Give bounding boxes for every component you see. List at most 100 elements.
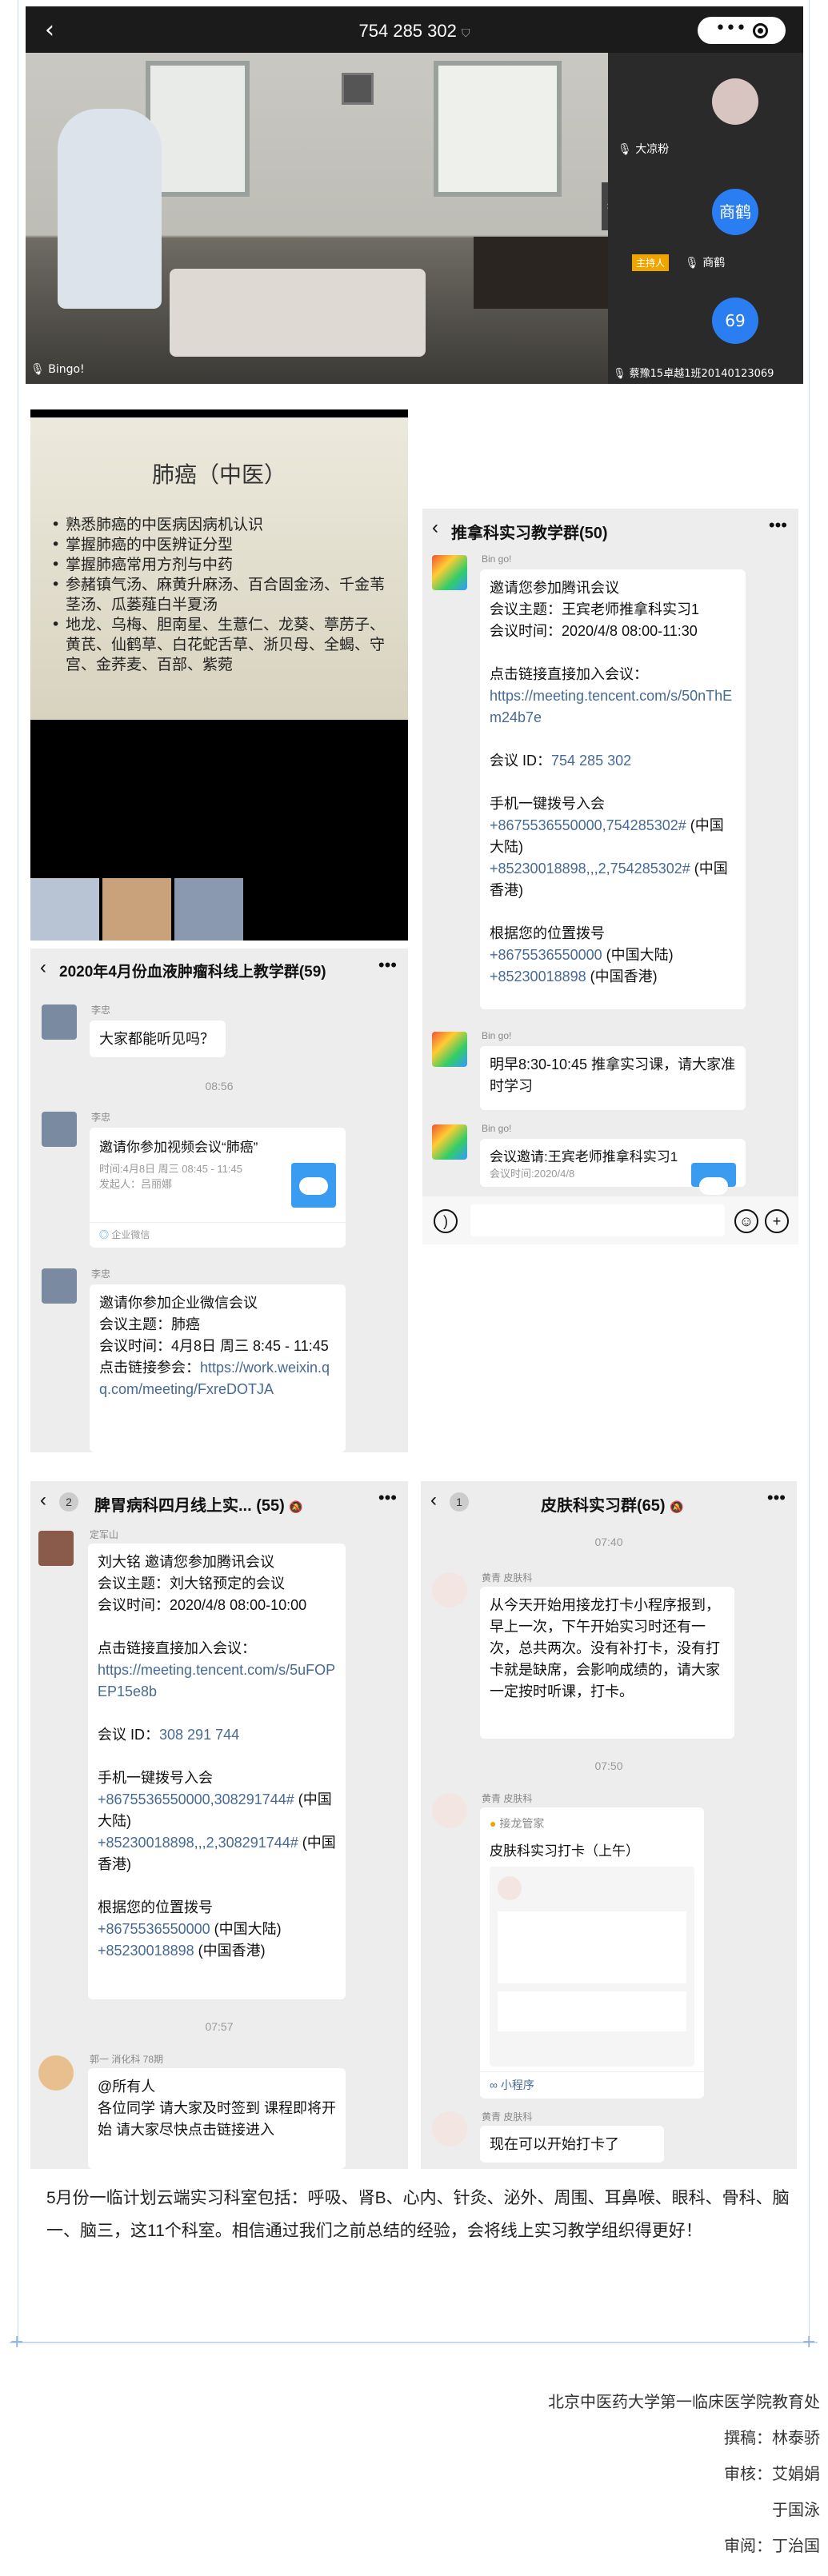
cloud-icon [291, 1163, 336, 1208]
capsule-menu[interactable]: ••• [698, 17, 786, 44]
timestamp: 07:57 [205, 2020, 234, 2033]
back-icon[interactable]: ‹ [40, 957, 46, 979]
slide-title: 肺癌（中医） [151, 461, 286, 488]
message-line: 会议主题：肺癌 [99, 1316, 200, 1332]
message-line: 会议主题：王宾老师推拿科实习1 [490, 601, 700, 617]
close-target-icon[interactable] [753, 23, 768, 38]
avatar[interactable] [432, 2111, 467, 2147]
avatar[interactable] [432, 1572, 467, 1608]
participant-name: 🎙 大凉粉 [618, 143, 670, 156]
avatar[interactable] [38, 1531, 74, 1566]
participant-name: 🎙 商鹤 [685, 257, 726, 270]
slide-screenshot: 肺癌（中医） 熟悉肺癌的中医病因病机认识 掌握肺癌的中医辨证分型 掌握肺癌常用方… [30, 409, 408, 941]
avatar[interactable]: 商鹤 [712, 189, 758, 235]
footer-reviewer: 于国泳 [772, 2502, 820, 2519]
chat-title: 推拿科实习教学群(50) [451, 525, 608, 542]
avatar[interactable] [42, 1004, 77, 1040]
meeting-link[interactable]: https://meeting.tencent.com/s/5uFOPEP15e… [98, 1659, 336, 1703]
chat-header: ‹ 2 脾胃病科四月线上实... (55) 🔕 ••• [30, 1481, 408, 1521]
message-line: 会议时间：2020/4/8 08:00-10:00 [98, 1597, 307, 1613]
sender-name: Bin go! [482, 1030, 512, 1041]
message-bubble[interactable]: @所有人 各位同学 请大家及时签到 课程即将开始 请大家尽快点击链接进入 [88, 2068, 346, 2169]
more-icon[interactable]: ••• [715, 18, 746, 38]
message-bubble[interactable]: 大家都能听见吗？ [90, 1020, 226, 1057]
message-line: 点击链接直接加入会议： [490, 666, 648, 682]
meeting-link[interactable]: https://meeting.tencent.com/s/50nThEm24b… [490, 685, 736, 729]
wecom-icon: ◎ [99, 1229, 110, 1240]
shield-icon: ⛉ [461, 26, 470, 39]
chat-dermatology: ‹ 1 皮肤科实习群(65) 🔕 ••• 07:40 黄青 皮肤科 从今天开始用… [421, 1481, 797, 2169]
meeting-app-icon [691, 1163, 736, 1195]
avatar[interactable] [42, 1112, 77, 1147]
bed-image [474, 237, 608, 309]
article-page: + + ‹ 754 285 302 ⛉ ••• › 🎙 大凉粉 商鹤 主持人 🎙… [0, 0, 828, 2576]
message-bubble[interactable]: 刘大铭 邀请您参加腾讯会议 会议主题：刘大铭预定的会议 会议时间：2020/4/… [88, 1544, 346, 1999]
avatar[interactable] [432, 1124, 467, 1160]
message-line: 手机一键拨号入会 [490, 796, 605, 812]
slide-bullet: 掌握肺癌的中医辨证分型 [51, 535, 395, 555]
mute-icon: 🔕 [670, 1500, 684, 1513]
back-icon[interactable]: ‹ [40, 1489, 46, 1512]
add-icon[interactable]: + [765, 1209, 789, 1233]
avatar[interactable] [42, 1268, 77, 1304]
chat-header: ‹ 推拿科实习教学群(50) ••• [422, 509, 798, 549]
sender-name: 李忠 [91, 1112, 111, 1123]
avatar[interactable] [432, 1793, 467, 1828]
doctor-image [58, 109, 162, 309]
dial-line: +8675536550000 (中国大陆) [490, 947, 674, 963]
card-footer: ∞ 小程序 [480, 2071, 704, 2098]
patient-bed-image [170, 269, 426, 357]
meeting-card[interactable]: 会议邀请:王宾老师推拿科实习1 会议时间:2020/4/8 [480, 1139, 746, 1195]
chat-header: ‹ 2020年4月份血液肿瘤科线上教学群(59) ••• [30, 949, 408, 988]
mini-program-label: ∞ 小程序 [490, 2079, 534, 2091]
avatar[interactable] [432, 555, 467, 590]
meeting-id-line: 会议 ID：308 291 744 [98, 1727, 240, 1743]
more-icon[interactable]: ••• [767, 1488, 786, 1508]
unread-badge: 1 [450, 1492, 469, 1512]
message-bubble[interactable]: 邀请你参加企业微信会议 会议主题：肺癌 会议时间：4月8日 周三 8:45 - … [90, 1284, 346, 1452]
preview-toolbar [498, 1991, 686, 2031]
message-input[interactable] [470, 1204, 725, 1236]
participant-thumbnail[interactable] [30, 878, 99, 941]
meeting-id-title: 754 285 302 ⛉ [358, 21, 470, 41]
message-bubble[interactable]: 明早8:30-10:45 推拿实习课，请大家准时学习 [480, 1046, 746, 1110]
sender-name: 黄青 皮肤科 [482, 1793, 533, 1804]
sender-name: Bin go! [482, 553, 512, 565]
emoji-icon[interactable]: ☺ [734, 1209, 758, 1233]
dial-line: +85230018898,,,2,754285302# (中国香港) [490, 861, 728, 898]
card-time: 时间:4月8日 周三 08:45 - 11:45 [99, 1163, 242, 1175]
message-bubble[interactable]: 从今天开始用接龙打卡小程序报到，早上一次，下午开始实习时还有一次，总共两次。没有… [480, 1587, 734, 1739]
more-icon[interactable]: ••• [769, 515, 787, 536]
input-bar: ) ☺ + [422, 1196, 798, 1244]
preview-block [498, 1911, 686, 1983]
back-icon[interactable]: ‹ [432, 517, 438, 539]
avatar[interactable]: 69 [712, 298, 758, 344]
voice-icon[interactable]: ) [434, 1209, 458, 1233]
sender-name: Bin go! [482, 1123, 512, 1134]
mini-program-card[interactable]: ● 接龙管家 皮肤科实习打卡（上午） ∞ 小程序 [480, 1807, 704, 2099]
message-bubble[interactable]: 现在可以开始打卡了 [480, 2126, 664, 2163]
more-icon[interactable]: ••• [378, 955, 397, 976]
avatar[interactable] [432, 1032, 467, 1067]
unread-badge: 2 [59, 1492, 78, 1512]
video-feed [26, 53, 608, 384]
footer-approver: 审阅：丁治国 [724, 2538, 820, 2555]
more-icon[interactable]: ••• [378, 1488, 397, 1508]
back-icon[interactable]: ‹ [430, 1489, 437, 1512]
meeting-screenshot: ‹ 754 285 302 ⛉ ••• › 🎙 大凉粉 商鹤 主持人 🎙 商鹤 … [26, 6, 803, 384]
chat-title: 2020年4月份血液肿瘤科线上教学群(59) [59, 964, 326, 980]
avatar[interactable] [38, 2055, 74, 2091]
footer-reviewer: 审核：艾娟娟 [724, 2466, 820, 2483]
message-bubble[interactable]: 邀请您参加腾讯会议 会议主题：王宾老师推拿科实习1 会议时间：2020/4/8 … [480, 569, 746, 1009]
meeting-topbar: ‹ 754 285 302 ⛉ ••• [26, 6, 803, 53]
participant-thumbnail[interactable] [174, 878, 243, 941]
participant-thumbnail[interactable] [102, 878, 171, 941]
meeting-card[interactable]: 邀请你参加视频会议“肺癌” 时间:4月8日 周三 08:45 - 11:45 发… [90, 1128, 346, 1248]
card-footer: ◎ 企业微信 [90, 1222, 346, 1246]
frame-divider [10, 2342, 818, 2343]
host-badge: 主持人 [632, 254, 670, 271]
avatar[interactable] [712, 78, 758, 125]
